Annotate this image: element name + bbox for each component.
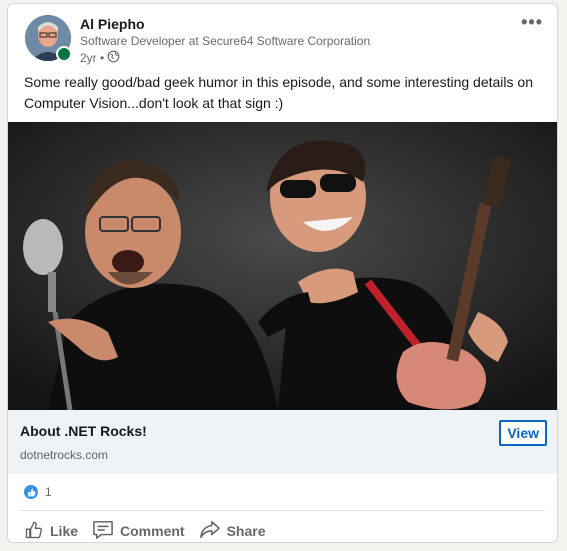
share-icon (199, 520, 221, 543)
social-counts: 1 (20, 474, 545, 511)
like-label: Like (50, 523, 79, 539)
view-button[interactable]: View (499, 420, 547, 446)
online-status-indicator (56, 46, 72, 62)
share-label: Share (226, 523, 266, 539)
link-title[interactable]: About .NET Rocks! (20, 423, 147, 439)
thumbs-up-icon (24, 485, 38, 499)
share-button[interactable]: Share (195, 514, 270, 543)
comment-icon (92, 520, 114, 543)
post-image[interactable] (8, 122, 557, 410)
link-preview[interactable]: About .NET Rocks! dotnetrocks.com View (8, 410, 557, 474)
globe-icon (107, 50, 120, 66)
post-header: Al Piepho Software Developer at Secure64… (8, 4, 557, 68)
action-bar: Like Comment Share (8, 511, 557, 543)
like-icon (24, 520, 44, 543)
like-button[interactable]: Like (20, 514, 82, 543)
reaction-count[interactable]: 1 (45, 485, 52, 499)
author-avatar[interactable] (25, 15, 72, 62)
post-text: Some really good/bad geek humor in this … (24, 74, 533, 111)
comment-button[interactable]: Comment (88, 514, 189, 543)
comment-label: Comment (120, 523, 185, 539)
post-meta: 2yr • (80, 50, 120, 66)
post-time: 2yr • (80, 51, 105, 65)
author-headline: Software Developer at Secure64 Software … (80, 34, 371, 48)
author-name[interactable]: Al Piepho (80, 16, 145, 32)
feed-post-card: Al Piepho Software Developer at Secure64… (7, 3, 558, 543)
link-domain: dotnetrocks.com (20, 448, 109, 462)
more-options-button[interactable]: ••• (521, 12, 543, 33)
